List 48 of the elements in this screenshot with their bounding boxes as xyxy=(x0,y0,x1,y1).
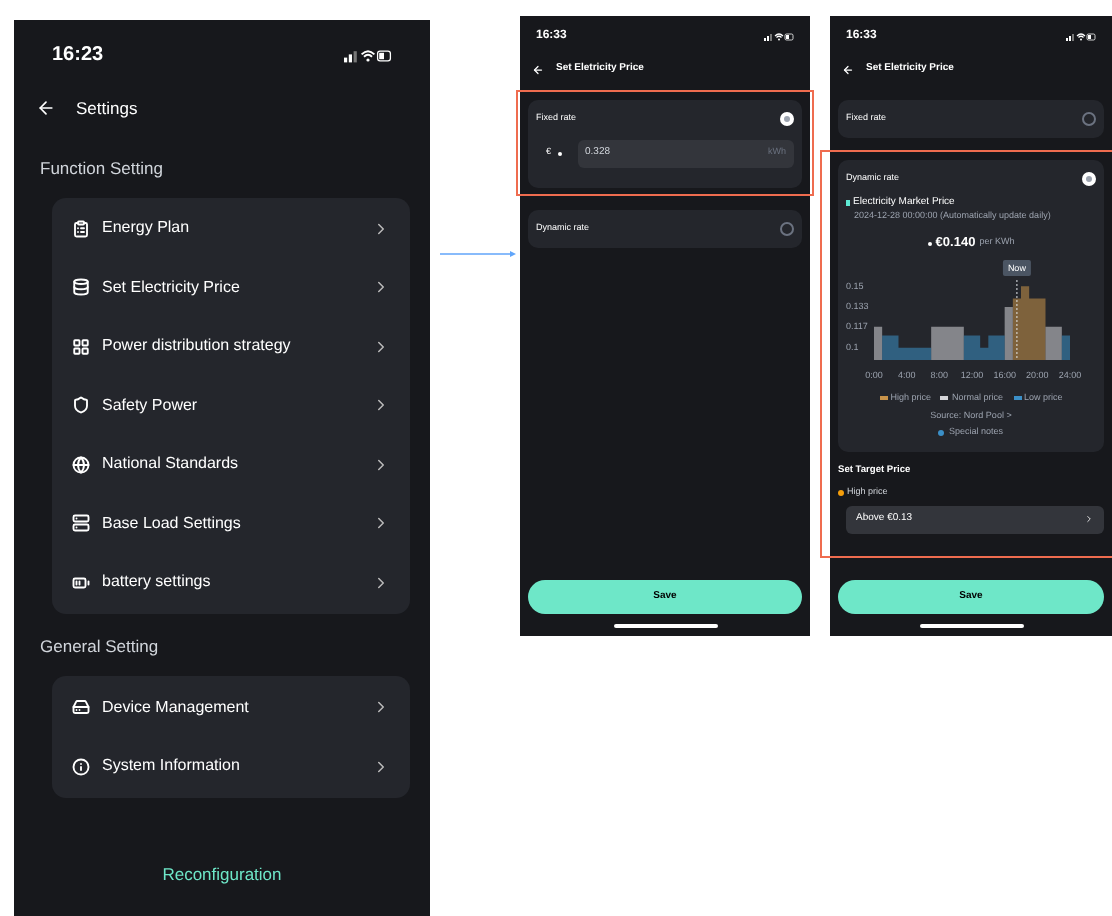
settings-item[interactable]: National Standards xyxy=(72,435,390,494)
back-icon[interactable] xyxy=(842,63,854,76)
grid-icon xyxy=(72,337,90,356)
settings-item[interactable]: System Information xyxy=(72,736,390,796)
section-title: General Setting xyxy=(40,634,161,660)
bullet-icon xyxy=(927,241,932,246)
settings-item[interactable]: Base Load Settings xyxy=(72,494,390,553)
status-icons xyxy=(344,47,392,63)
connector-arrow xyxy=(440,250,516,258)
status-icons xyxy=(1066,32,1096,42)
reconfiguration-button[interactable]: Reconfiguration xyxy=(34,862,410,888)
chevron-icon xyxy=(372,698,390,716)
section-title: Function Setting xyxy=(40,155,165,181)
chevron-icon xyxy=(1084,514,1094,525)
chevron-icon xyxy=(372,219,390,238)
chevron-icon xyxy=(372,278,390,297)
rate-option-card[interactable] xyxy=(838,159,1104,452)
home-indicator xyxy=(919,624,1023,628)
status-icons xyxy=(764,32,794,42)
info-icon xyxy=(72,757,90,775)
drive-icon xyxy=(72,698,90,716)
settings-item[interactable]: Power distribution strategy xyxy=(72,317,390,376)
chevron-icon xyxy=(372,573,390,592)
home-indicator xyxy=(613,624,717,628)
back-icon[interactable] xyxy=(36,98,56,119)
chevron-icon xyxy=(372,757,390,775)
stack-icon xyxy=(72,278,90,297)
battery-icon xyxy=(72,573,90,592)
settings-item[interactable]: battery settings xyxy=(72,553,390,612)
chevron-icon xyxy=(372,396,390,415)
settings-item[interactable]: Energy Plan xyxy=(72,199,390,258)
radio-button[interactable] xyxy=(1082,111,1096,125)
shield-icon xyxy=(72,396,90,415)
chevron-icon xyxy=(372,455,390,474)
settings-item[interactable]: Set Electricity Price xyxy=(72,258,390,317)
clipboard-icon xyxy=(72,219,90,238)
chevron-icon xyxy=(372,514,390,533)
chevron-icon xyxy=(372,337,390,356)
globe-icon xyxy=(72,455,90,474)
now-tag xyxy=(1002,259,1031,275)
status-time: 16:23 xyxy=(52,42,104,70)
back-icon[interactable] xyxy=(532,63,544,76)
screen-title: Settings xyxy=(76,96,138,122)
now-line xyxy=(1016,278,1018,360)
settings-item[interactable]: Device Management xyxy=(72,677,390,737)
settings-item[interactable]: Safety Power xyxy=(72,376,390,435)
server-icon xyxy=(72,514,90,533)
radio-button[interactable] xyxy=(780,221,794,235)
